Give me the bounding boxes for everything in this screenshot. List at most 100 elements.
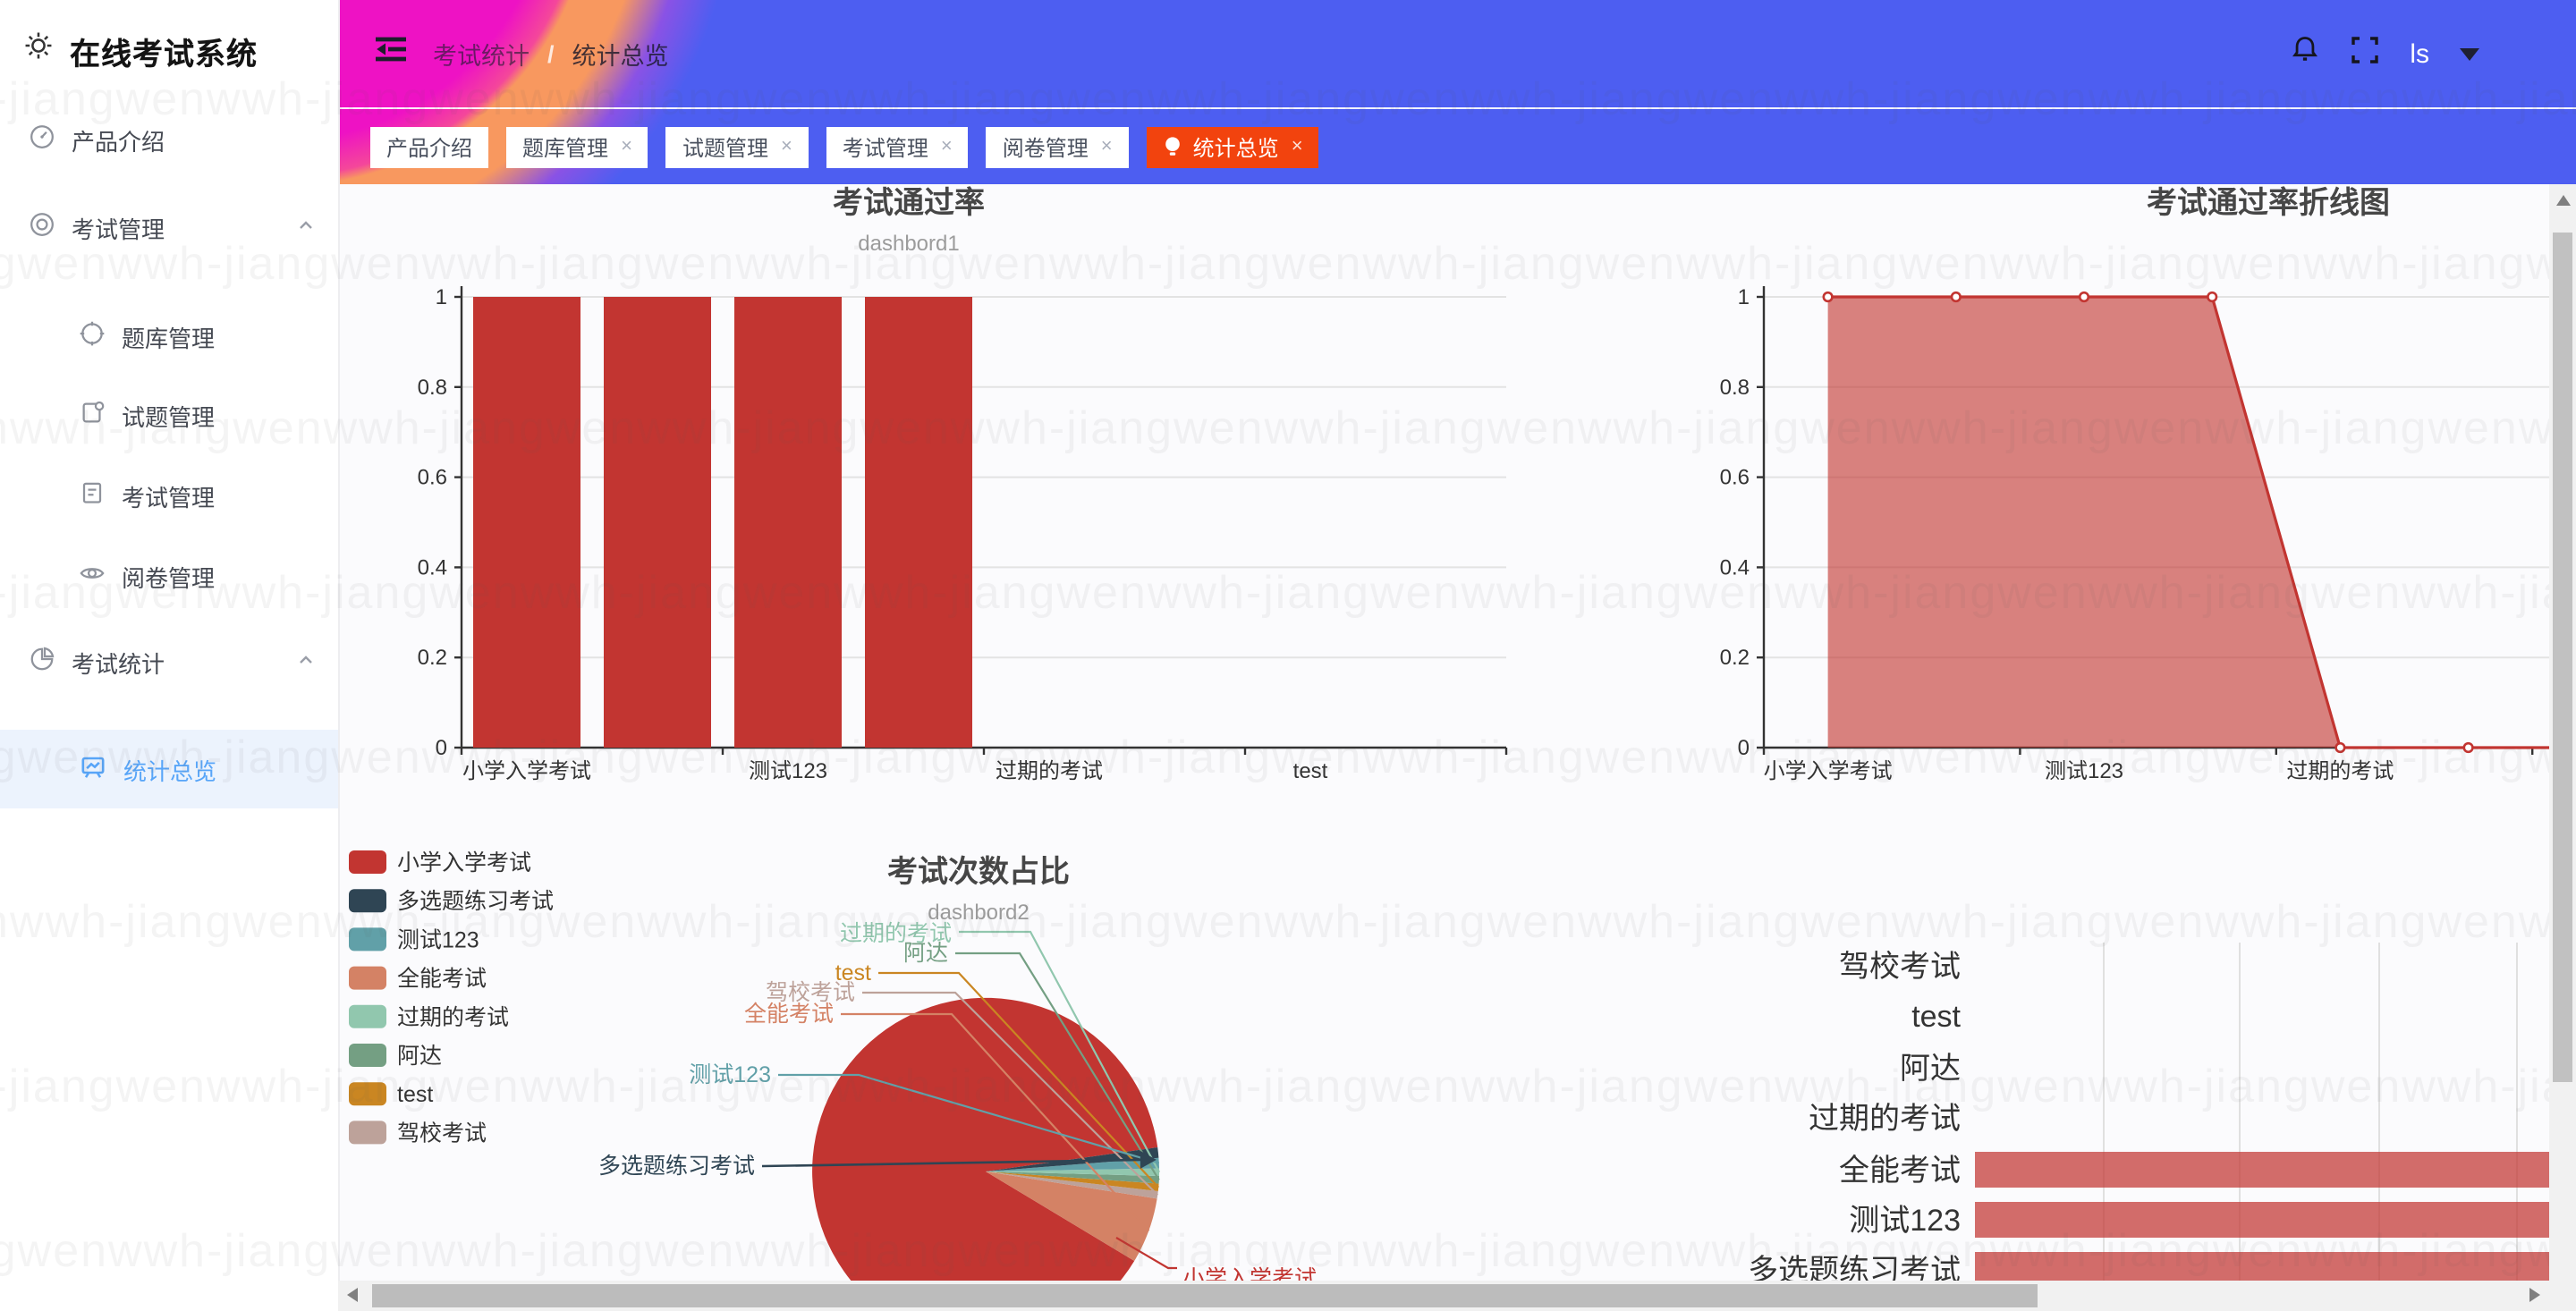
svg-text:1: 1 [436, 285, 447, 309]
sidebar-item-product-intro[interactable]: 产品介绍 [0, 100, 338, 179]
chart-subtitle: dashbord1 [858, 232, 959, 256]
menu-fold-icon[interactable] [374, 36, 408, 72]
chart-title: 考试次数占比 [887, 855, 1070, 889]
tab-label: 统计总览 [1193, 132, 1279, 163]
scrollbar-corner [2549, 1281, 2576, 1311]
sidebar-item-question-management[interactable]: 试题管理 [0, 376, 338, 454]
close-icon[interactable]: × [1101, 138, 1113, 157]
bar [473, 297, 580, 748]
tab-product-intro[interactable]: 产品介绍 [370, 127, 488, 168]
app-root: 在线考试系统 产品介绍 考试管理 [0, 0, 2576, 1311]
sidebar-item-stats-overview[interactable]: 统计总览 [0, 730, 338, 808]
scroll-right-arrow[interactable] [2529, 1287, 2540, 1301]
caret-down-icon[interactable] [2460, 38, 2479, 70]
legend-swatch [349, 927, 386, 951]
svg-text:小学入学考试: 小学入学考试 [462, 759, 591, 783]
sidebar-item-grading-management[interactable]: 阅卷管理 [0, 537, 338, 615]
sidebar-item-label: 考试管理 [122, 478, 215, 512]
hbar-label: 全能考试 [1839, 1154, 1961, 1188]
legend-label: 全能考试 [397, 967, 487, 992]
tab-stats-overview[interactable]: 统计总览 × [1147, 127, 1319, 168]
svg-text:0: 0 [436, 736, 447, 760]
tab-exam-management[interactable]: 考试管理 × [826, 127, 969, 168]
svg-text:0.6: 0.6 [1720, 466, 1750, 490]
svg-text:小学入学考试: 小学入学考试 [1764, 759, 1893, 783]
eye-icon [79, 560, 106, 592]
sidebar-item-label: 试题管理 [122, 398, 215, 432]
legend-swatch [349, 1082, 386, 1105]
tab-label: 产品介绍 [386, 132, 472, 163]
tab-questions[interactable]: 试题管理 × [666, 127, 809, 168]
breadcrumb: 考试统计 / 统计总览 [338, 36, 669, 72]
header-banner: 考试统计 / 统计总览 ls [338, 0, 2576, 184]
svg-text:过期的考试: 过期的考试 [2286, 759, 2394, 783]
sidebar-group-exam-statistics[interactable]: 考试统计 [0, 622, 338, 701]
close-icon[interactable]: × [1292, 138, 1303, 157]
board-chart-icon [79, 752, 107, 786]
close-icon[interactable]: × [621, 138, 632, 157]
svg-text:test: test [1293, 759, 1328, 783]
chart-title: 考试通过率 [833, 186, 985, 220]
bar-chart: 考试通过率dashbord100.20.40.60.81小学入学考试测试123过… [418, 186, 1506, 783]
charts-canvas: 考试通过率dashbord100.20.40.60.81小学入学考试测试123过… [338, 184, 2549, 1281]
chevron-up-icon [295, 215, 317, 241]
svg-text:过期的考试: 过期的考试 [996, 759, 1103, 783]
sidebar-item-label: 统计总览 [123, 752, 216, 786]
breadcrumb-parent[interactable]: 考试统计 [433, 36, 530, 72]
app-title: 在线考试系统 [70, 28, 258, 72]
pie-label: 全能考试 [744, 1002, 834, 1027]
bar [1975, 1152, 2549, 1188]
svg-text:0.8: 0.8 [1720, 376, 1750, 400]
pie-chart: 考试次数占比dashbord2小学入学考试多选题练习考试测试123全能考试过期的… [349, 850, 1317, 1281]
legend-swatch [349, 1121, 386, 1144]
pie-legend: 小学入学考试多选题练习考试测试123全能考试过期的考试阿达test驾校考试 [349, 850, 554, 1146]
scroll-up-arrow[interactable] [2555, 195, 2570, 206]
sidebar-item-exam-management[interactable]: 考试管理 [0, 456, 338, 535]
close-icon[interactable]: × [781, 138, 792, 157]
svg-text:0: 0 [1738, 736, 1750, 760]
bar [865, 297, 972, 748]
sidebar-item-label: 产品介绍 [72, 123, 165, 156]
bell-icon[interactable] [2290, 34, 2320, 73]
tab-label: 阅卷管理 [1003, 132, 1089, 163]
tab-question-bank[interactable]: 题库管理 × [506, 127, 648, 168]
svg-text:1: 1 [1738, 285, 1750, 309]
line-chart: 考试通过率折线图00.20.40.60.81小学入学考试测试123过期的考试 [1720, 186, 2549, 783]
pie-label: 多选题练习考试 [598, 1154, 755, 1179]
close-icon[interactable]: × [941, 138, 953, 157]
bar [604, 297, 711, 748]
hbar-label: 过期的考试 [1809, 1102, 1961, 1136]
sidebar-item-label: 考试统计 [72, 645, 165, 679]
sidebar-item-label: 题库管理 [122, 319, 215, 353]
tab-grading[interactable]: 阅卷管理 × [987, 127, 1129, 168]
legend-swatch [349, 967, 386, 990]
sidebar-group-exam-management[interactable]: 考试管理 [0, 188, 338, 266]
legend-label: 测试123 [397, 927, 479, 952]
vertical-scrollbar-thumb[interactable] [2553, 233, 2572, 1082]
area-fill [1828, 297, 2549, 748]
horizontal-scrollbar-thumb[interactable] [372, 1284, 2038, 1307]
fullscreen-icon[interactable] [2351, 35, 2379, 72]
horizontal-scrollbar[interactable] [338, 1281, 2549, 1311]
tab-label: 题库管理 [522, 132, 608, 163]
data-point [1824, 292, 1833, 301]
scroll-left-arrow[interactable] [347, 1287, 358, 1301]
sidebar-item-question-bank[interactable]: 题库管理 [0, 297, 338, 376]
bar [1975, 1202, 2549, 1238]
aim-icon [79, 320, 106, 352]
chevron-up-icon [295, 649, 317, 676]
sidebar-item-label: 考试管理 [72, 210, 165, 244]
app-logo: 在线考试系统 [0, 0, 338, 100]
bar [1975, 1252, 2549, 1281]
hbar-label: 多选题练习考试 [1748, 1254, 1961, 1281]
legend-swatch [349, 889, 386, 912]
pie-label: 小学入学考试 [1182, 1266, 1317, 1281]
doc-lines-icon [79, 479, 106, 512]
bar [734, 297, 842, 748]
hbar-label: 测试123 [1849, 1204, 1961, 1238]
legend-label: test [397, 1082, 433, 1107]
hbar-label: 阿达 [1900, 1052, 1961, 1086]
vertical-scrollbar[interactable] [2549, 184, 2576, 1311]
breadcrumb-current: 统计总览 [572, 36, 669, 72]
user-name[interactable]: ls [2410, 38, 2429, 69]
